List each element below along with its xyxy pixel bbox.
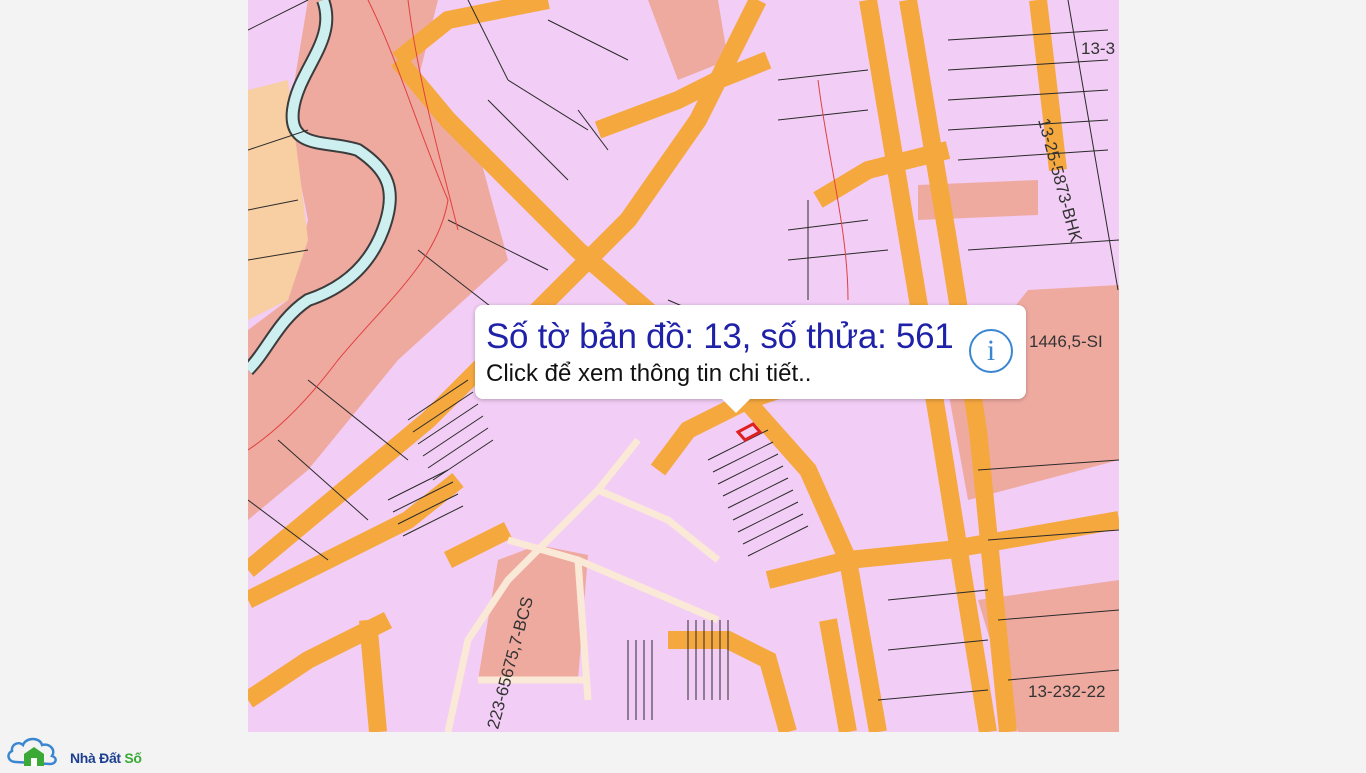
parcel-label-13-3: 13-3 [1081,39,1115,58]
house-cloud-icon [7,737,57,766]
popup-title[interactable]: Số tờ bản đồ: 13, số thửa: 561 [486,317,954,357]
popup-subtitle[interactable]: Click để xem thông tin chi tiết.. [486,360,811,388]
brand-name-part1: Nhà Đất [70,750,121,766]
parcel-popup[interactable]: Số tờ bản đồ: 13, số thửa: 561 Click để … [475,305,1026,413]
info-icon[interactable]: i [969,329,1013,373]
popup-tail [721,398,751,413]
brand-logo: Nhà Đất Số [4,732,164,768]
parcel-label-si: 1446,5-SI [1029,332,1103,351]
brand-name: Nhà Đất Số [70,750,142,766]
parcel-label-13-232: 13-232-22 [1028,682,1106,701]
brand-name-part2: Số [120,750,142,766]
